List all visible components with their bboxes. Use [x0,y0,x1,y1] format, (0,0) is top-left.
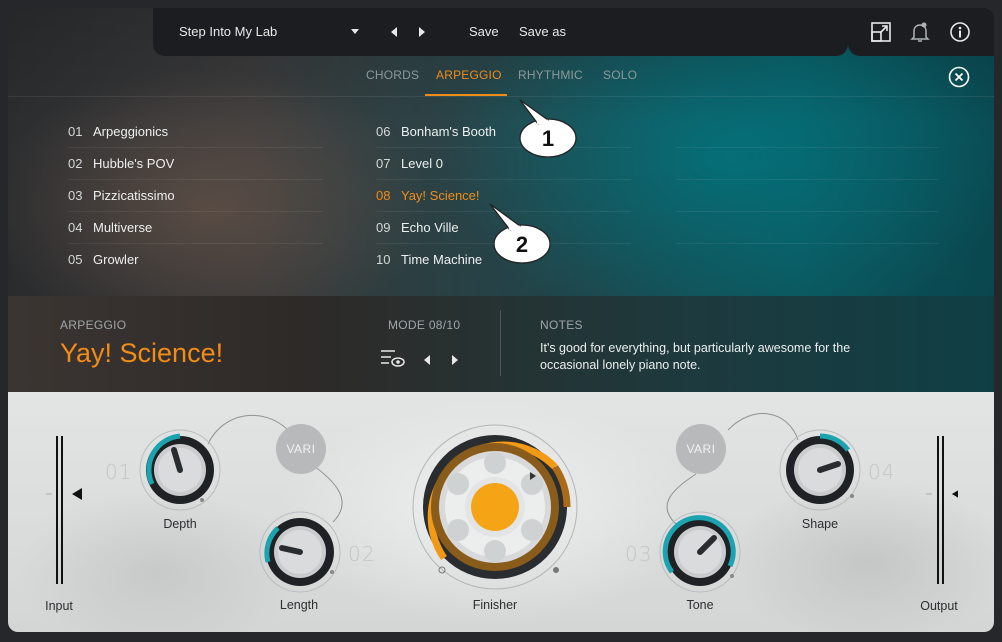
mode-number: 09 [376,220,391,235]
mode-item[interactable]: 02 Hubble's POV [68,148,323,180]
mode-number: 07 [376,156,391,171]
mode-item[interactable]: 01 Arpeggionics [68,116,323,148]
preset-next-button[interactable] [417,25,427,39]
mode-name: Arpeggionics [93,124,169,139]
mode-name: Echo Ville [401,220,459,235]
mode-name: Hubble's POV [93,156,175,171]
mode-number: 05 [68,252,83,267]
mode-prev-button[interactable] [422,353,432,367]
input-label: Input [45,599,73,613]
arrow-left-icon [424,355,430,365]
input-level-marker[interactable] [72,488,82,500]
preset-name[interactable]: Step Into My Lab [179,24,277,39]
mode-counter: MODE 08/10 [388,318,461,332]
controls-panel: Input Output 01 Depth 02 Length VARI VAR… [8,392,994,632]
resize-icon[interactable] [870,21,892,43]
length-knob[interactable] [258,510,342,594]
bell-icon[interactable] [909,21,931,43]
mode-item[interactable]: 03 Pizzicatissimo [68,180,323,212]
tab-rhythmic[interactable]: RHYTHMIC [518,68,583,82]
list-eye-icon[interactable] [380,348,406,368]
close-circle-icon[interactable] [948,66,970,88]
vari-button-left[interactable]: VARI [276,424,326,474]
tab-solo[interactable]: SOLO [603,68,637,82]
mode-next-button[interactable] [450,353,460,367]
depth-number: 01 [105,460,133,484]
mode-number: 03 [68,188,83,203]
window-frame: Step Into My Lab Save Save as CHORDS ARP… [0,0,1002,642]
mode-number: 10 [376,252,391,267]
mode-name: Bonham's Booth [401,124,496,139]
length-label: Length [279,598,319,612]
vari-button-right[interactable]: VARI [676,424,726,474]
depth-knob[interactable] [138,428,222,512]
shape-number: 04 [868,460,896,484]
top-right-toolbar [848,8,994,56]
arrow-right-icon [452,355,458,365]
callout-number: 2 [516,232,528,257]
mode-item[interactable]: 06 Bonham's Booth [376,116,631,148]
mode-name: Time Machine [401,252,483,267]
mode-browser: Step Into My Lab Save Save as CHORDS ARP… [8,8,994,296]
tab-arpeggio[interactable]: ARPEGGIO [436,68,502,82]
callout-number: 1 [542,126,554,151]
mode-number: 01 [68,124,83,139]
info-icon[interactable] [949,21,971,43]
callout-1: 1 [519,99,577,158]
tabs-divider [8,96,994,97]
tone-label: Tone [686,598,714,612]
mode-title: Yay! Science! [60,338,224,368]
mode-info-strip: ARPEGGIO Yay! Science! MODE 08/10 NOTES … [8,296,994,392]
plugin-app: Step Into My Lab Save Save as CHORDS ARP… [8,8,994,632]
save-as-button[interactable]: Save as [519,24,566,39]
save-button[interactable]: Save [469,24,499,39]
empty-row [676,212,938,244]
empty-row [676,180,938,212]
mode-item[interactable]: 04 Multiverse [68,212,323,244]
mode-number: 04 [68,220,83,235]
notes-label: NOTES [540,318,583,332]
mode-item[interactable]: 05 Growler [68,244,323,276]
mode-number: 06 [376,124,391,139]
empty-row [676,148,938,180]
mode-name: Yay! Science! [401,188,480,203]
info-divider [500,310,501,376]
notes-text: It's good for everything, but particular… [540,341,851,372]
mode-number: 08 [376,188,391,203]
empty-row [676,116,938,148]
finisher-label: Finisher [472,598,518,612]
length-number: 02 [348,542,376,566]
mode-name: Level 0 [401,156,443,171]
tab-chords[interactable]: CHORDS [366,68,419,82]
arrow-right-icon [419,27,425,37]
output-meter[interactable] [918,436,958,586]
callout-2: 2 [489,203,551,264]
arrow-left-icon [391,27,397,37]
preset-toolbar: Step Into My Lab Save Save as [153,8,848,56]
preset-prev-button[interactable] [389,25,399,39]
output-label: Output [920,599,958,613]
depth-label: Depth [163,517,197,531]
tone-number: 03 [625,542,653,566]
mode-name: Growler [93,252,139,267]
dropdown-caret-icon[interactable] [351,29,359,34]
finisher-knob[interactable] [410,422,580,592]
shape-knob[interactable] [778,428,862,512]
category-label: ARPEGGIO [60,318,127,332]
mode-number: 02 [68,156,83,171]
input-meter[interactable] [44,436,84,586]
mode-item[interactable]: 07 Level 0 [376,148,631,180]
shape-label: Shape [801,517,839,531]
mode-name: Multiverse [93,220,153,235]
mode-name: Pizzicatissimo [93,188,175,203]
tone-knob[interactable] [658,510,742,594]
